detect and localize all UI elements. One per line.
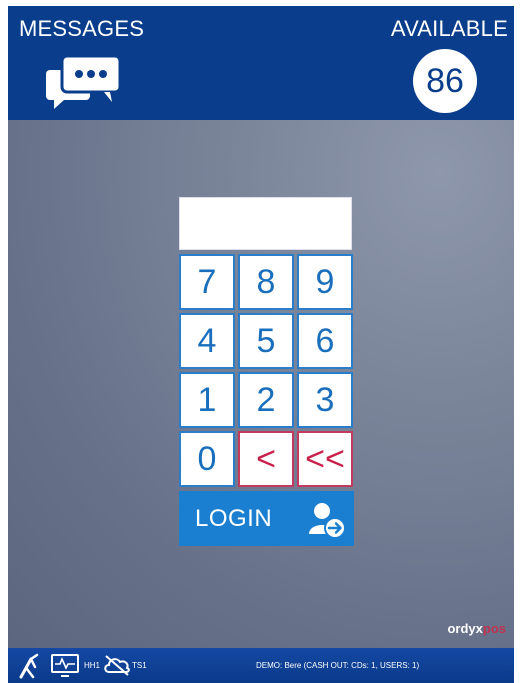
available-label: AVAILABLE <box>390 16 508 41</box>
status-bar: HH1 TS1 DEMO: Bere (CASH OUT: CDs: 1, US… <box>8 648 514 683</box>
login-area: 7 8 9 4 5 6 1 2 3 0 < << LOGIN ordyxpos <box>8 120 514 648</box>
key-7[interactable]: 7 <box>179 254 235 310</box>
monitor-icon[interactable] <box>50 653 80 679</box>
key-6[interactable]: 6 <box>297 313 353 369</box>
key-0[interactable]: 0 <box>179 431 235 487</box>
key-5[interactable]: 5 <box>238 313 294 369</box>
user-arrow-icon <box>309 503 346 539</box>
backspace-key[interactable]: < <box>238 431 294 487</box>
brand-name: ordyx <box>447 621 483 636</box>
key-9[interactable]: 9 <box>297 254 353 310</box>
key-1[interactable]: 1 <box>179 372 235 428</box>
login-button[interactable]: LOGIN <box>179 491 354 546</box>
available-count-badge[interactable]: 86 <box>413 49 477 113</box>
brand-logo: ordyxpos <box>447 621 506 636</box>
hh-label: HH1 <box>84 661 101 670</box>
cloud-offline-icon[interactable] <box>102 654 132 676</box>
tools-icon[interactable] <box>18 653 40 679</box>
key-8[interactable]: 8 <box>238 254 294 310</box>
keypad: 7 8 9 4 5 6 1 2 3 0 < << <box>179 254 354 492</box>
clear-key[interactable]: << <box>297 431 353 487</box>
key-3[interactable]: 3 <box>297 372 353 428</box>
key-4[interactable]: 4 <box>179 313 235 369</box>
messages-label[interactable]: MESSAGES <box>19 16 144 42</box>
login-label: LOGIN <box>195 504 273 532</box>
chat-bubbles-icon[interactable] <box>46 52 122 110</box>
ts-label: TS1 <box>132 661 147 670</box>
brand-accent: pos <box>482 621 506 636</box>
pin-display[interactable] <box>179 197 352 250</box>
key-2[interactable]: 2 <box>238 372 294 428</box>
session-status: DEMO: Bere (CASH OUT: CDs: 1, USERS: 1) <box>256 661 420 670</box>
